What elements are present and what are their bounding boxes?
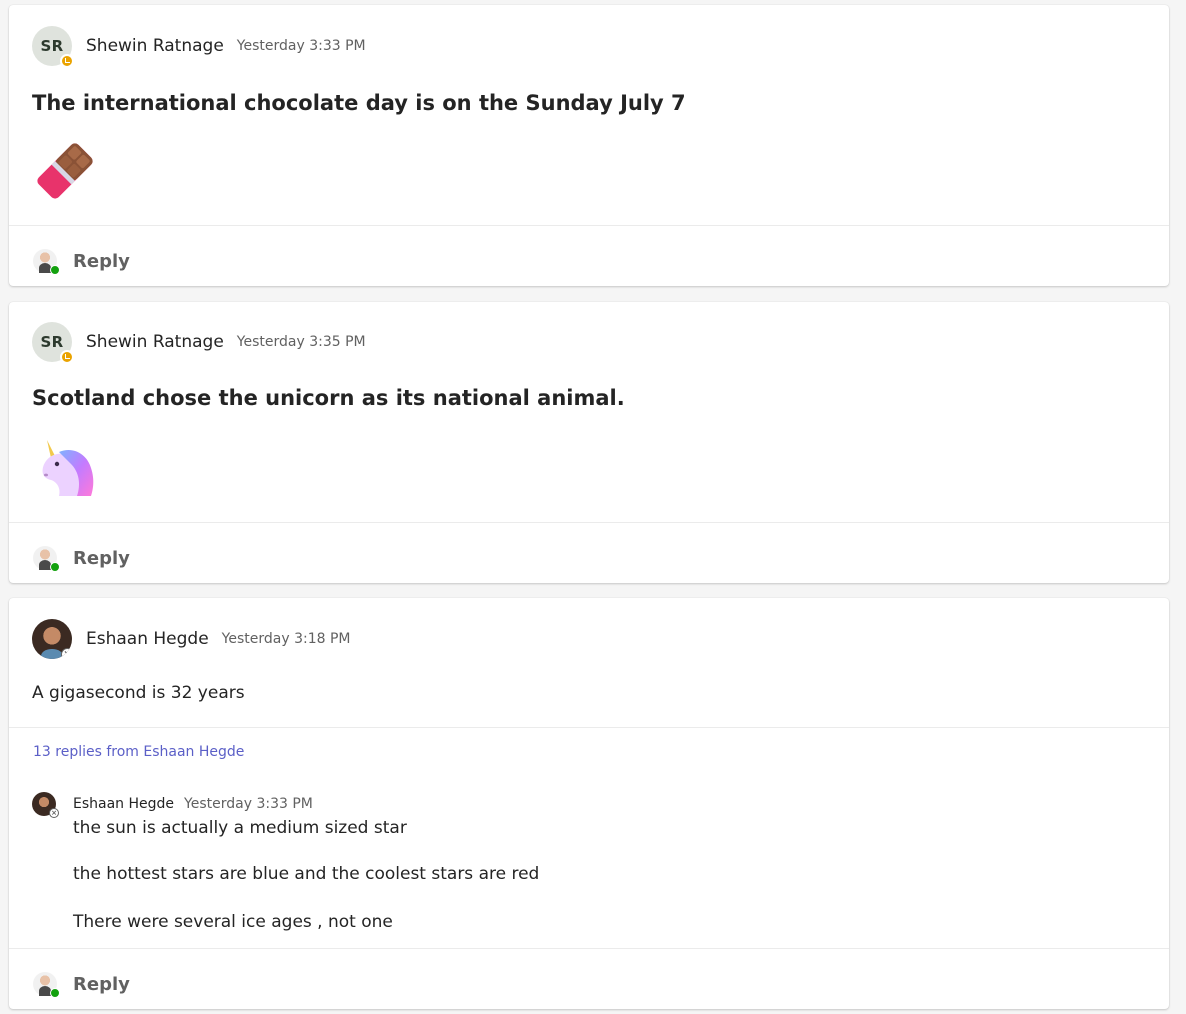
post-card: SR Shewin Ratnage Yesterday 3:33 PM The … (9, 5, 1169, 286)
away-status-icon (60, 54, 74, 68)
available-status-icon (50, 265, 60, 275)
divider (9, 225, 1169, 226)
reply-header: Eshaan Hegde Yesterday 3:33 PM (32, 792, 313, 818)
timestamp: Yesterday 3:33 PM (236, 38, 366, 54)
avatar[interactable] (32, 792, 59, 818)
message-title: The international chocolate day is on th… (32, 91, 686, 115)
author-name[interactable]: Shewin Ratnage (86, 36, 224, 56)
author-name[interactable]: Shewin Ratnage (86, 332, 224, 352)
timestamp: Yesterday 3:35 PM (236, 334, 366, 350)
post-header: SR Shewin Ratnage Yesterday 3:33 PM (32, 26, 366, 68)
available-status-icon (50, 562, 60, 572)
reply-button[interactable]: Reply (33, 546, 130, 572)
reply-button[interactable]: Reply (33, 249, 130, 275)
avatar-initials: SR (40, 37, 64, 55)
post-header: SR Shewin Ratnage Yesterday 3:35 PM (32, 322, 366, 364)
author-name[interactable]: Eshaan Hegde (86, 629, 209, 649)
reply-message-line: There were several ice ages , not one (73, 912, 393, 932)
unicorn-icon (42, 440, 94, 496)
divider (9, 948, 1169, 949)
available-status-icon (50, 988, 60, 998)
divider (9, 727, 1169, 728)
avatar-initials: SR (40, 333, 64, 351)
post-card: Eshaan Hegde Yesterday 3:18 PM A gigasec… (9, 598, 1169, 1009)
reply-button[interactable]: Reply (33, 972, 130, 998)
reply-message-line: the hottest stars are blue and the coole… (73, 864, 540, 884)
divider (9, 522, 1169, 523)
message-text: A gigasecond is 32 years (32, 683, 245, 703)
reply-timestamp: Yesterday 3:33 PM (184, 796, 313, 812)
avatar[interactable]: SR (32, 322, 74, 364)
my-avatar (33, 249, 60, 275)
post-header: Eshaan Hegde Yesterday 3:18 PM (32, 619, 351, 659)
message-title: Scotland chose the unicorn as its nation… (32, 386, 625, 410)
timestamp: Yesterday 3:18 PM (221, 631, 351, 647)
post-card: SR Shewin Ratnage Yesterday 3:35 PM Scot… (9, 302, 1169, 583)
my-avatar (33, 972, 60, 998)
offline-status-icon (49, 808, 59, 818)
offline-status-icon (61, 648, 72, 659)
avatar[interactable]: SR (32, 26, 74, 68)
away-status-icon (60, 350, 74, 364)
reply-label: Reply (73, 547, 130, 569)
thread-replies-link[interactable]: 13 replies from Eshaan Hegde (33, 744, 244, 760)
reply-label: Reply (73, 973, 130, 995)
reply-author[interactable]: Eshaan Hegde (73, 796, 174, 812)
reply-message-line: the sun is actually a medium sized star (73, 818, 407, 838)
my-avatar (33, 546, 60, 572)
reply-label: Reply (73, 250, 130, 272)
avatar[interactable] (32, 619, 72, 659)
chocolate-bar-icon (37, 143, 93, 199)
